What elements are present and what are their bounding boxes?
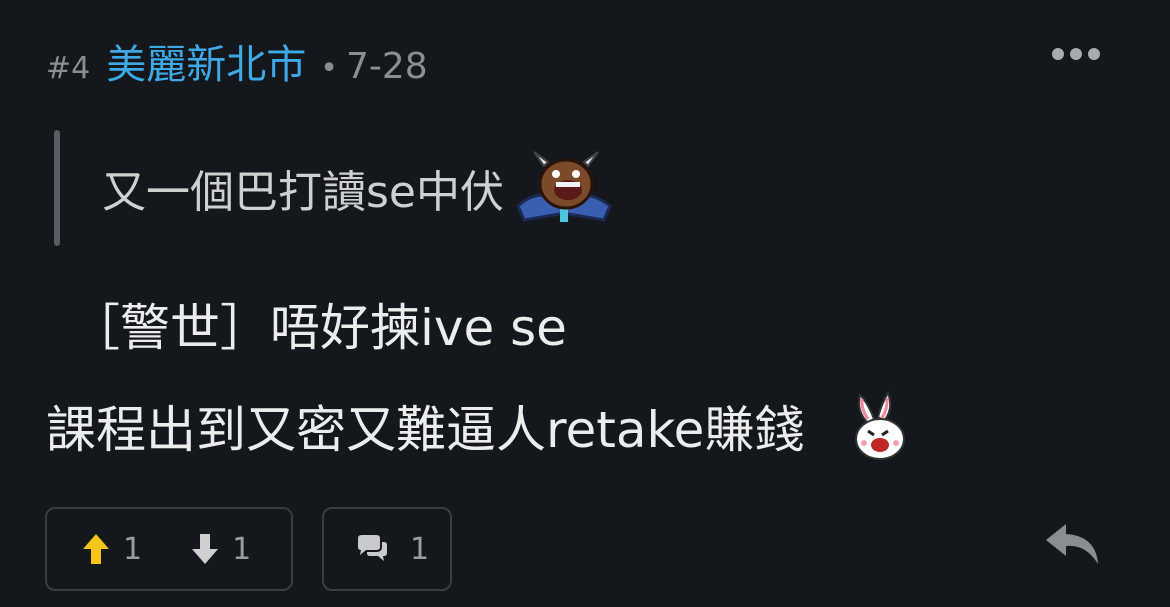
- author-name[interactable]: 美麗新北市: [106, 32, 306, 90]
- reply-button[interactable]: 1: [322, 507, 452, 591]
- quote-bar: [54, 130, 60, 246]
- upvote-button[interactable]: 1: [81, 532, 142, 567]
- floor-number: #4: [46, 51, 91, 86]
- chat-bubble-icon: [358, 535, 387, 561]
- arrow-down-icon: [192, 534, 219, 564]
- arrow-up-icon: [83, 534, 109, 564]
- downvote-button[interactable]: 1: [190, 532, 251, 567]
- content-line-2-text: 課程出到又密又難逼人retake賺錢: [46, 401, 805, 459]
- post-time: 7-28: [345, 46, 428, 87]
- post-header: #4 美麗新北市 • 7-28: [46, 32, 428, 88]
- separator-dot: •: [320, 51, 338, 86]
- upvote-count: 1: [123, 531, 143, 567]
- quote-block: 又一個巴打讀se中伏: [54, 130, 620, 246]
- reply-count: 1: [410, 531, 430, 567]
- more-options-icon[interactable]: [1044, 40, 1108, 68]
- content-line-2: 課程出到又密又難逼人retake賺錢: [46, 390, 912, 462]
- bull-crying-emoji-icon: [516, 151, 612, 222]
- downvote-count: 1: [232, 531, 252, 567]
- share-button[interactable]: [1044, 520, 1100, 570]
- rabbit-laughing-emoji-icon: [855, 391, 906, 460]
- reply-arrow-icon: [1046, 524, 1098, 564]
- content-line-1: ［警世］唔好揀ive se: [70, 299, 567, 357]
- quote-text: 又一個巴打讀se中伏: [102, 167, 504, 218]
- vote-box: 1 1: [45, 507, 293, 591]
